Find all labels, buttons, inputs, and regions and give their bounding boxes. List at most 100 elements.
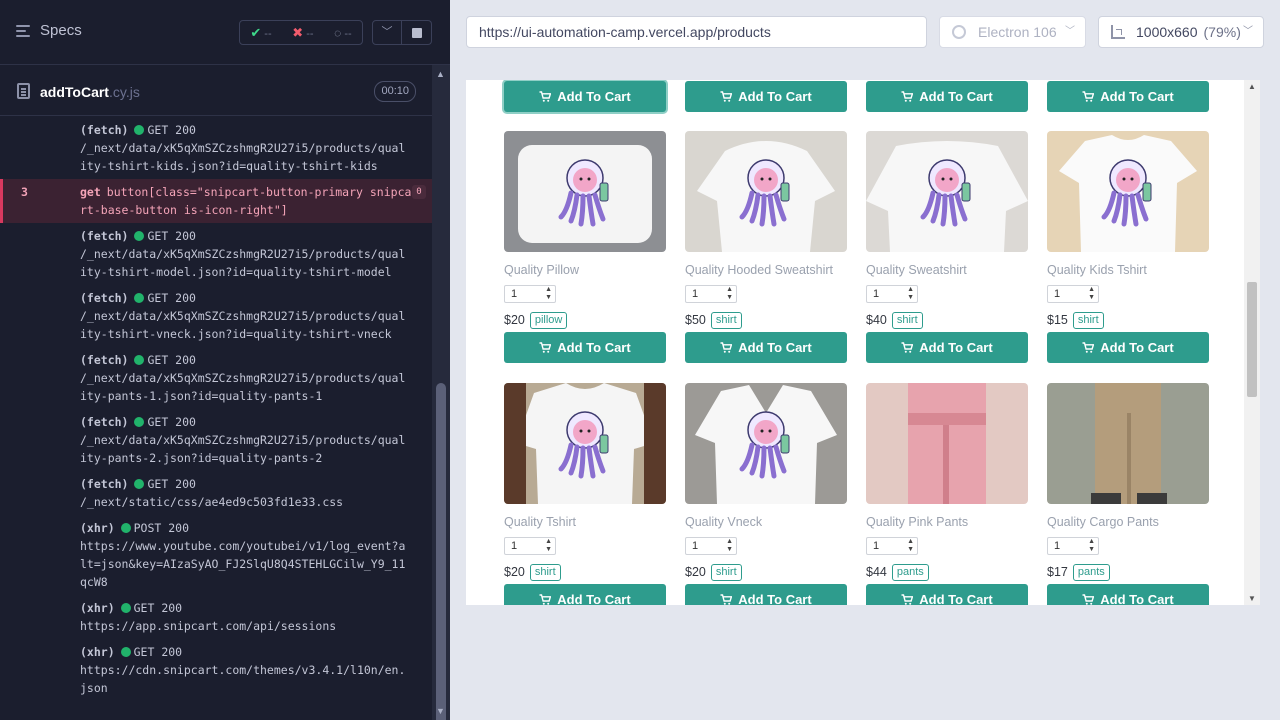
command-name: get [80, 185, 101, 199]
add-to-cart-button[interactable]: Add To Cart [504, 584, 666, 605]
product-photo-icon [1091, 383, 1167, 504]
octopus-mascot-icon [1101, 159, 1152, 227]
product-card: Quality Cargo Pants 1 ▲ ▼ $17 pants [1047, 383, 1209, 581]
add-to-cart-button[interactable]: Add To Cart [1047, 332, 1209, 363]
request-row[interactable]: (fetch) GET 200 /_next/data/xK5qXmSZCzshmg… [0, 347, 432, 409]
product-card: Quality Pink Pants 1 ▲ ▼ $44 pants [866, 383, 1028, 581]
request-row[interactable]: (xhr) GET 200 https://app.snipcart.com/api… [0, 595, 432, 639]
status-dot-icon [120, 523, 131, 533]
product-name[interactable]: Quality Sweatshirt [866, 263, 1028, 279]
chevron-down-icon: ﹀ [1243, 26, 1253, 37]
add-to-cart-button[interactable]: Add To Cart [685, 584, 847, 605]
product-image[interactable] [504, 131, 666, 252]
browser-selector[interactable]: Electron 106 ﹀ [939, 16, 1086, 48]
product-name[interactable]: Quality Pillow [504, 263, 666, 279]
product-card: Quality Tshirt 1 ▲ ▼ $20 shirt [504, 383, 666, 581]
request-row[interactable]: (fetch) GET 200 /_next/data/xK5qXmSZCzshmg… [0, 223, 432, 285]
viewport-selector[interactable]: 1000x660 (79%) ﹀ [1098, 16, 1264, 48]
status-dot-icon [134, 479, 145, 489]
spinner-arrows-icon[interactable]: ▲ ▼ [907, 538, 914, 554]
cart-icon [539, 341, 552, 353]
product-name[interactable]: Quality Kids Tshirt [1047, 263, 1209, 279]
app-scrollbar[interactable]: ▲ ▼ [1244, 80, 1260, 605]
add-to-cart-button[interactable]: Add To Cart [685, 332, 847, 363]
request-url: https://www.youtube.com/youtubei/v1/log_… [80, 539, 406, 589]
spinner-arrows-icon[interactable]: ▲ ▼ [726, 538, 733, 554]
scroll-down-icon[interactable]: ▼ [1248, 594, 1256, 603]
product-name[interactable]: Quality Vneck [685, 515, 847, 531]
octopus-mascot-icon [558, 159, 609, 227]
category-tag: shirt [710, 311, 742, 329]
quantity-value: 1 [692, 288, 699, 300]
request-row[interactable]: (fetch) GET 200 /_next/data/xK5qXmSZCzshmg… [0, 117, 432, 179]
specs-toggle[interactable]: Specs [16, 22, 82, 39]
element-count-badge: 0 [412, 185, 426, 199]
command-log-scrollbar[interactable]: ▲ ▼ [432, 65, 450, 720]
command-log: (fetch) GET 200 /_next/data/xK5qXmSZCzshmg… [0, 117, 432, 720]
product-image[interactable] [685, 383, 847, 504]
request-row[interactable]: (xhr) GET 200 https://cdn.snipcart.com/the… [0, 639, 432, 701]
test-stats: ✔ -- ✖ -- ◌ -- [239, 20, 363, 45]
product-image[interactable] [1047, 131, 1209, 252]
scroll-thumb[interactable] [436, 383, 446, 720]
request-row[interactable]: (fetch) GET 200 /_next/data/xK5qXmSZCzshmg… [0, 409, 432, 471]
product-image[interactable] [866, 383, 1028, 504]
add-to-cart-button[interactable]: Add To Cart [866, 584, 1028, 605]
scroll-up-icon[interactable]: ▲ [436, 69, 445, 79]
request-status: GET 200 [133, 645, 183, 659]
failed-icon: ✖ [292, 24, 304, 40]
quantity-stepper[interactable]: 1 ▲ ▼ [866, 537, 918, 555]
spinner-arrows-icon[interactable]: ▲ ▼ [907, 286, 914, 302]
quantity-value: 1 [1054, 540, 1061, 552]
request-type: (fetch) [80, 291, 129, 305]
product-image[interactable] [504, 383, 666, 504]
add-to-cart-button[interactable]: Add To Cart [685, 81, 847, 112]
spinner-arrows-icon[interactable]: ▲ ▼ [1088, 286, 1095, 302]
product-name[interactable]: Quality Hooded Sweatshirt [685, 263, 847, 279]
product-price: $20 [504, 565, 525, 579]
quantity-stepper[interactable]: 1 ▲ ▼ [685, 285, 737, 303]
add-to-cart-button[interactable]: Add To Cart [504, 332, 666, 363]
spinner-arrows-icon[interactable]: ▲ ▼ [545, 538, 552, 554]
pending-icon: ◌ [334, 25, 342, 40]
add-to-cart-button[interactable]: Add To Cart [1047, 81, 1209, 112]
scroll-up-icon[interactable]: ▲ [1248, 82, 1256, 91]
app-preview: Add To Cart Add To Cart Add To Cart Add To … [466, 80, 1260, 605]
product-image[interactable] [1047, 383, 1209, 504]
reporter-header: Specs ✔ -- ✖ -- ◌ -- ﹀ [0, 0, 450, 65]
stop-button[interactable] [402, 20, 432, 45]
product-name[interactable]: Quality Pink Pants [866, 515, 1028, 531]
chevron-down-icon[interactable]: ﹀ [372, 20, 402, 45]
quantity-stepper[interactable]: 1 ▲ ▼ [1047, 537, 1099, 555]
quantity-stepper[interactable]: 1 ▲ ▼ [504, 285, 556, 303]
add-to-cart-button[interactable]: Add To Cart [1047, 584, 1209, 605]
add-to-cart-button[interactable]: Add To Cart [866, 332, 1028, 363]
scroll-down-icon[interactable]: ▼ [436, 706, 445, 716]
add-to-cart-button[interactable]: Add To Cart [866, 81, 1028, 112]
spinner-arrows-icon[interactable]: ▲ ▼ [545, 286, 552, 302]
quantity-stepper[interactable]: 1 ▲ ▼ [504, 537, 556, 555]
status-dot-icon [120, 647, 131, 657]
product-name[interactable]: Quality Cargo Pants [1047, 515, 1209, 531]
add-to-cart-label: Add To Cart [1100, 89, 1174, 104]
quantity-stepper[interactable]: 1 ▲ ▼ [1047, 285, 1099, 303]
product-image[interactable] [866, 131, 1028, 252]
request-status: GET 200 [133, 601, 183, 615]
command-row-active[interactable]: 3 get button[class="snipcart-button-primar… [0, 179, 432, 223]
scroll-thumb[interactable] [1247, 282, 1257, 397]
octopus-mascot-icon [558, 411, 609, 479]
quantity-stepper[interactable]: 1 ▲ ▼ [685, 537, 737, 555]
product-name[interactable]: Quality Tshirt [504, 515, 666, 531]
request-row[interactable]: (xhr) POST 200 https://www.youtube.com/you… [0, 515, 432, 595]
add-to-cart-button[interactable]: Add To Cart [504, 81, 666, 112]
chevron-down-icon: ﹀ [1065, 26, 1075, 37]
spinner-arrows-icon[interactable]: ▲ ▼ [726, 286, 733, 302]
product-image[interactable] [685, 131, 847, 252]
url-bar[interactable]: https://ui-automation-camp.vercel.app/pr… [466, 16, 927, 48]
request-row[interactable]: (fetch) GET 200 /_next/static/css/ae4ed9c5… [0, 471, 432, 515]
spinner-arrows-icon[interactable]: ▲ ▼ [1088, 538, 1095, 554]
price-row: $50 shirt [685, 311, 847, 329]
request-row[interactable]: (fetch) GET 200 /_next/data/xK5qXmSZCzshmg… [0, 285, 432, 347]
quantity-stepper[interactable]: 1 ▲ ▼ [866, 285, 918, 303]
cart-icon [901, 341, 914, 353]
